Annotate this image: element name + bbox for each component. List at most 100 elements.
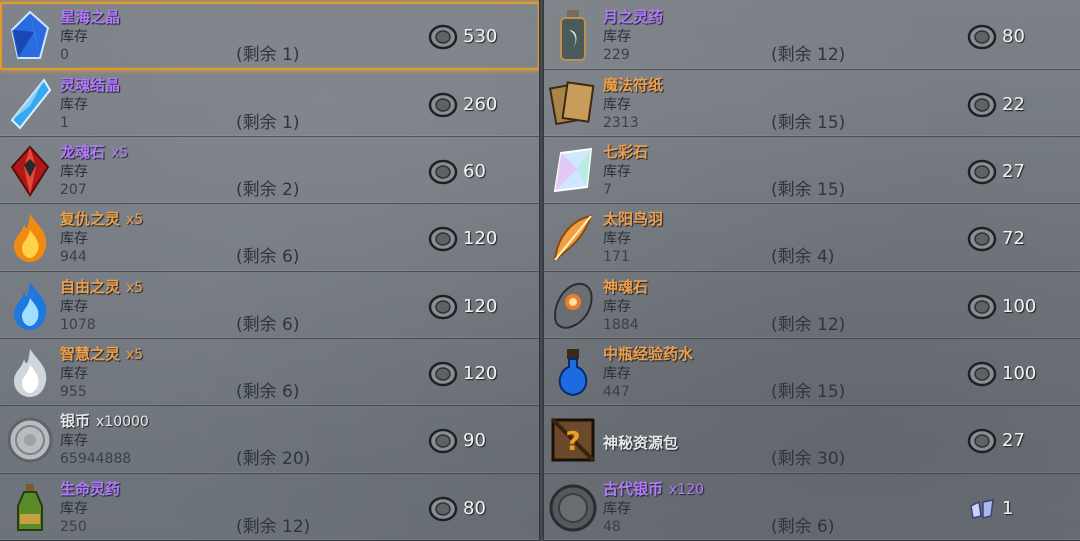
- remaining-count: (剩余 1): [236, 113, 300, 133]
- stone-coin-icon: [428, 361, 458, 387]
- remaining-count: (剩余 12): [771, 315, 846, 335]
- stock-label: 库存: [60, 29, 88, 45]
- shop-column-right: 月之灵药 库存 229 (剩余 12) 80 魔法符纸 库存 2313 (剩余 15) 22 七彩石…: [543, 0, 1080, 541]
- shop-item-row[interactable]: 古代银币 x120 库存 48 (剩余 6) 1: [543, 474, 1080, 541]
- item-price: 1: [1002, 498, 1014, 519]
- remaining-count: (剩余 4): [771, 247, 835, 267]
- stock-value: 207: [60, 182, 87, 198]
- item-quantity: x5: [126, 280, 144, 296]
- sunbird-feather-icon: [547, 210, 599, 266]
- item-quantity: x5: [126, 212, 144, 228]
- stock-label: 库存: [603, 231, 631, 247]
- shop-item-row[interactable]: 中瓶经验药水 库存 447 (剩余 15) 100: [543, 339, 1080, 406]
- item-name: 龙魂石 x5: [60, 141, 128, 162]
- shop-item-row[interactable]: 智慧之灵 x5 库存 955 (剩余 6) 120: [0, 339, 540, 406]
- shop-item-row[interactable]: 魔法符纸 库存 2313 (剩余 15) 22: [543, 70, 1080, 137]
- stone-coin-icon: [967, 428, 997, 454]
- item-name: 中瓶经验药水: [603, 343, 693, 364]
- item-name: 神秘资源包: [603, 432, 678, 453]
- item-name-text: 魔法符纸: [603, 76, 664, 94]
- stock-label: 库存: [60, 164, 88, 180]
- shop-item-row[interactable]: 星海之晶 库存 0 (剩余 1) 530: [0, 2, 540, 70]
- item-price: 120: [463, 296, 498, 317]
- item-price: 260: [463, 94, 498, 115]
- stock-value: 65944888: [60, 451, 132, 467]
- stock-value: 955: [60, 384, 87, 400]
- stone-coin-icon: [428, 92, 458, 118]
- shop-item-row[interactable]: 神魂石库存 1884 (剩余 12) 100: [543, 272, 1080, 339]
- remaining-count: (剩余 6): [236, 315, 300, 335]
- item-name: 星海之晶: [60, 6, 120, 27]
- item-price: 27: [1002, 161, 1025, 182]
- blue-spirit-icon: [4, 278, 56, 334]
- item-name-text: 龙魂石: [60, 143, 106, 161]
- remaining-count: (剩余 15): [771, 382, 846, 402]
- stock-label: 库存: [60, 366, 88, 382]
- stone-coin-icon: [967, 294, 997, 320]
- dragon-soul-stone-icon: [4, 143, 56, 199]
- white-spirit-icon: [4, 345, 56, 401]
- exp-potion-icon: [547, 345, 599, 401]
- stock-label: 库存: [603, 164, 631, 180]
- item-name-text: 智慧之灵: [60, 345, 121, 363]
- item-name-text: 复仇之灵: [60, 210, 121, 228]
- item-name-text: 自由之灵: [60, 278, 121, 296]
- shop-item-row[interactable]: 月之灵药 库存 229 (剩余 12) 80: [543, 2, 1080, 70]
- remaining-count: (剩余 15): [771, 113, 846, 133]
- remaining-count: (剩余 1): [236, 45, 300, 65]
- shop-panel: 星海之晶 库存 0 (剩余 1) 530 灵魂结晶 库存 1 (剩余 1) 260 龙魂石 x5 库存 2…: [0, 0, 1080, 541]
- remaining-count: (剩余 6): [771, 517, 835, 537]
- item-price: 72: [1002, 228, 1025, 249]
- stock-label: 库存: [60, 501, 88, 517]
- stone-coin-icon: [967, 24, 997, 50]
- svg-text:?: ?: [565, 427, 580, 457]
- item-price: 60: [463, 161, 486, 182]
- star-crystal-icon: [4, 8, 56, 64]
- item-name: 银币 x10000: [60, 410, 149, 431]
- item-name-text: 神魂石: [603, 278, 649, 296]
- item-price: 100: [1002, 296, 1037, 317]
- shop-item-row[interactable]: 复仇之灵 x5 库存 944 (剩余 6) 120: [0, 204, 540, 272]
- stock-label: 库存: [603, 299, 631, 315]
- stock-value: 1078: [60, 317, 96, 333]
- rainbow-stone-icon: [547, 143, 599, 199]
- stone-coin-icon: [428, 24, 458, 50]
- fire-spirit-icon: [4, 210, 56, 266]
- remaining-count: (剩余 30): [771, 449, 846, 469]
- item-quantity: x5: [126, 347, 144, 363]
- item-price: 27: [1002, 430, 1025, 451]
- magic-paper-icon: [547, 76, 599, 132]
- stock-label: 库存: [603, 97, 631, 113]
- item-price: 100: [1002, 363, 1037, 384]
- stock-value: 1884: [603, 317, 639, 333]
- item-name: 生命灵药: [60, 478, 120, 499]
- item-name: 月之灵药: [603, 6, 663, 27]
- shop-item-row[interactable]: 生命灵药 库存 250 (剩余 12) 80: [0, 474, 540, 541]
- shop-item-row[interactable]: 银币 x10000 库存 65944888 (剩余 20) 90: [0, 406, 540, 474]
- stock-value: 2313: [603, 115, 639, 131]
- shop-item-row[interactable]: 龙魂石 x5 库存 207 (剩余 2) 60: [0, 137, 540, 204]
- shop-column-left: 星海之晶 库存 0 (剩余 1) 530 灵魂结晶 库存 1 (剩余 1) 260 龙魂石 x5 库存 2…: [0, 0, 540, 541]
- item-price: 80: [463, 498, 486, 519]
- shop-item-row[interactable]: 七彩石 库存 7 (剩余 15) 27: [543, 137, 1080, 204]
- item-price: 80: [1002, 26, 1025, 47]
- stone-coin-icon: [428, 294, 458, 320]
- item-name: 古代银币 x120: [603, 478, 704, 499]
- item-name-text: 中瓶经验药水: [603, 345, 694, 363]
- item-name: 智慧之灵 x5: [60, 343, 143, 364]
- stone-coin-icon: [428, 226, 458, 252]
- silver-coin-icon: [4, 412, 56, 468]
- shop-item-row[interactable]: 灵魂结晶 库存 1 (剩余 1) 260: [0, 70, 540, 137]
- stock-value: 944: [60, 249, 87, 265]
- item-price: 90: [463, 430, 486, 451]
- stock-label: 库存: [603, 501, 631, 517]
- shop-item-row[interactable]: ? 神秘资源包 (剩余 30) 27: [543, 406, 1080, 474]
- shop-item-row[interactable]: 自由之灵 x5 库存 1078 (剩余 6) 120: [0, 272, 540, 339]
- item-name: 七彩石: [603, 141, 648, 162]
- shop-item-row[interactable]: 太阳鸟羽库存 171 (剩余 4) 72: [543, 204, 1080, 272]
- stock-value: 447: [603, 384, 630, 400]
- stock-value: 171: [603, 249, 630, 265]
- remaining-count: (剩余 6): [236, 247, 300, 267]
- stone-coin-icon: [967, 92, 997, 118]
- item-name-text: 太阳鸟羽: [603, 210, 664, 228]
